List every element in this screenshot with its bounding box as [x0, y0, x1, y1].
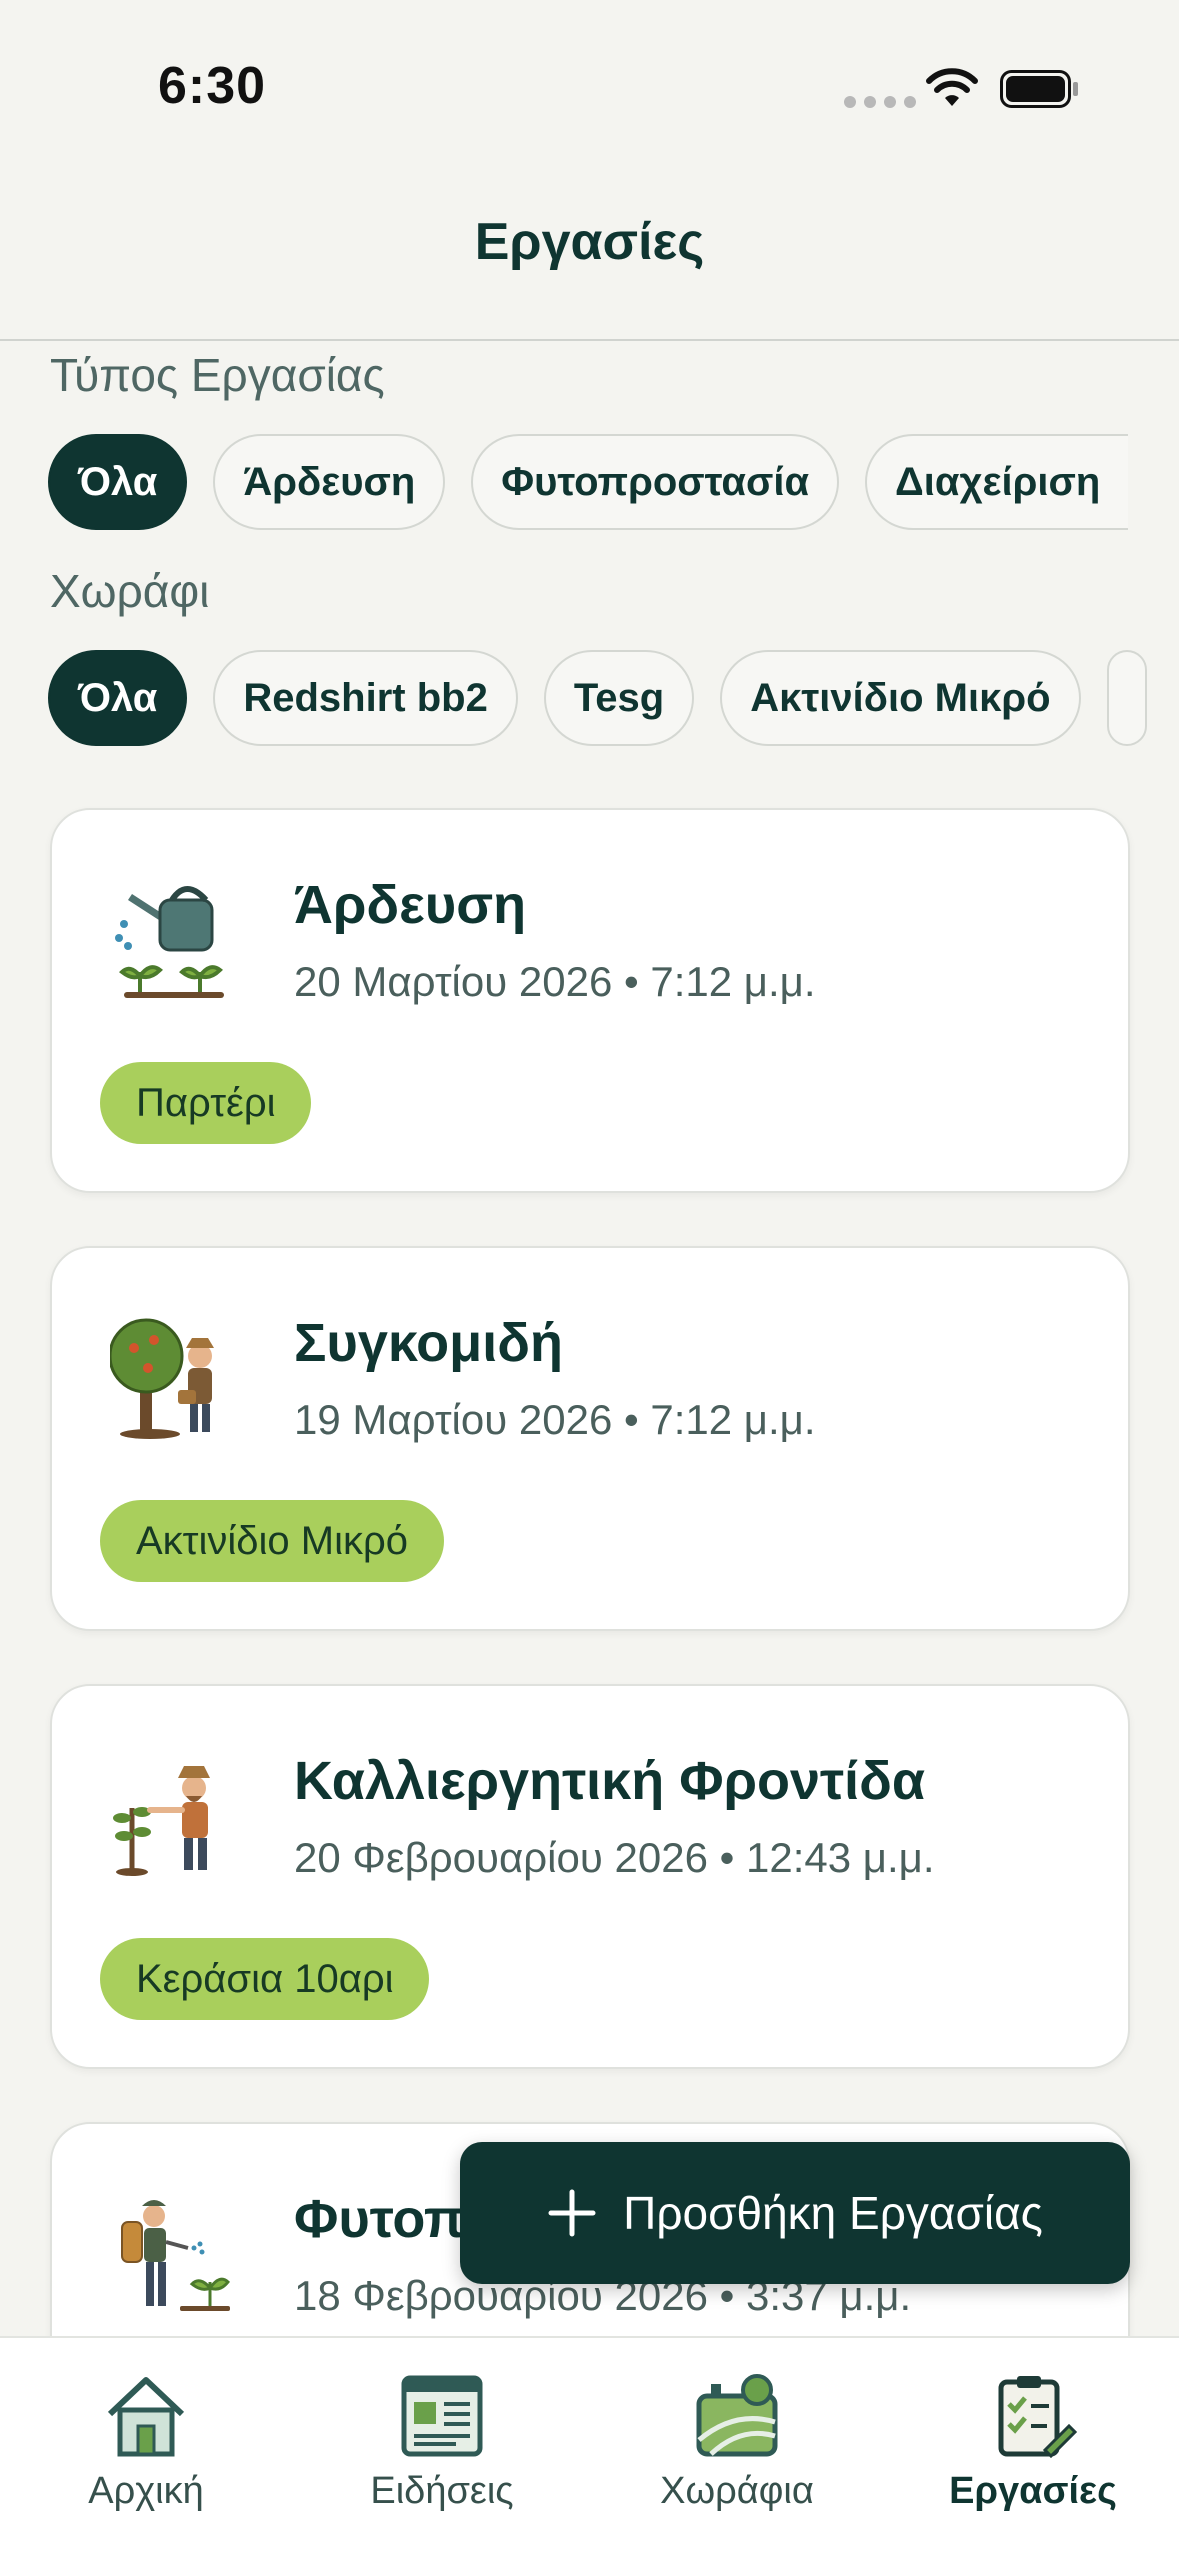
task-type-chip-row[interactable]: Όλα Άρδευση Φυτοπροστασία Διαχείριση — [48, 434, 1179, 532]
home-icon — [107, 2377, 185, 2457]
harvest-icon — [110, 1318, 214, 1439]
page-title: Εργασίες — [474, 213, 705, 271]
add-task-label: Προσθήκη Εργασίας — [623, 2187, 1043, 2239]
task-datetime: 19 Μαρτίου 2026 • 7:12 μ.μ. — [294, 1396, 816, 1443]
tab-home-label: Αρχική — [88, 2470, 204, 2512]
field-tag: Παρτέρι — [100, 1062, 312, 1144]
cellular-signal-icon — [844, 96, 916, 108]
add-task-button[interactable]: Προσθήκη Εργασίας — [460, 2142, 1130, 2284]
tab-fields[interactable]: Χωράφια — [612, 2370, 862, 2513]
task-datetime: 20 Μαρτίου 2026 • 7:12 μ.μ. — [294, 958, 816, 1005]
status-bar: 6:30 — [0, 0, 1179, 170]
task-type-chip-management[interactable]: Διαχείριση — [865, 434, 1129, 530]
field-tag: Ακτινίδιο Μικρό — [100, 1500, 444, 1582]
task-title: Καλλιεργητική Φροντίδα — [294, 1751, 926, 1811]
tab-bar: Αρχική Ειδήσεις Χωράφια Εργασίες — [0, 2336, 1179, 2556]
task-card[interactable]: Συγκομιδή 19 Μαρτίου 2026 • 7:12 μ.μ. Ακ… — [50, 1246, 1130, 1631]
plus-icon — [548, 2189, 596, 2237]
task-title: Συγκομιδή — [294, 1313, 563, 1373]
fields-icon — [696, 2374, 778, 2457]
nav-divider — [0, 339, 1179, 341]
field-tag: Κεράσια 10αρι — [100, 1938, 430, 2020]
task-type-chip-irrigation[interactable]: Άρδευση — [213, 434, 446, 530]
field-chip-kiwi-small[interactable]: Ακτινίδιο Μικρό — [720, 650, 1081, 746]
watering-can-icon — [115, 886, 224, 998]
task-card[interactable]: Καλλιεργητική Φροντίδα 20 Φεβρουαρίου 20… — [50, 1684, 1130, 2069]
tab-fields-label: Χωράφια — [660, 2470, 814, 2512]
tasks-icon — [998, 2376, 1078, 2459]
task-card[interactable]: Άρδευση 20 Μαρτίου 2026 • 7:12 μ.μ. Παρτ… — [50, 808, 1130, 1193]
field-chip-row[interactable]: Όλα Redshirt bb2 Tesg Ακτινίδιο Μικρό — [48, 650, 1179, 748]
field-chip-redshirt[interactable]: Redshirt bb2 — [213, 650, 518, 746]
task-title: Φυτοπ — [294, 2189, 466, 2249]
tab-tasks[interactable]: Εργασίες — [908, 2370, 1158, 2513]
field-filter-label: Χωράφι — [50, 565, 210, 617]
battery-icon — [1000, 70, 1078, 108]
tab-home[interactable]: Αρχική — [21, 2370, 271, 2513]
wifi-icon — [926, 68, 978, 106]
news-icon — [401, 2375, 483, 2457]
field-chip-more[interactable] — [1106, 650, 1147, 746]
field-chip-all[interactable]: Όλα — [48, 650, 188, 746]
task-title: Άρδευση — [294, 875, 527, 935]
status-time: 6:30 — [158, 57, 267, 115]
task-type-chip-crop-protection[interactable]: Φυτοπροστασία — [471, 434, 840, 530]
tab-tasks-label: Εργασίες — [949, 2470, 1117, 2512]
task-type-chip-all[interactable]: Όλα — [48, 434, 188, 530]
tab-news-label: Ειδήσεις — [370, 2470, 514, 2512]
sprayer-icon — [121, 2200, 230, 2311]
tab-news[interactable]: Ειδήσεις — [317, 2370, 567, 2513]
task-type-filter-label: Τύπος Εργασίας — [50, 349, 385, 401]
task-datetime: 20 Φεβρουαρίου 2026 • 12:43 μ.μ. — [294, 1834, 935, 1881]
farmer-care-icon — [113, 1766, 210, 1876]
field-chip-tesg[interactable]: Tesg — [543, 650, 695, 746]
